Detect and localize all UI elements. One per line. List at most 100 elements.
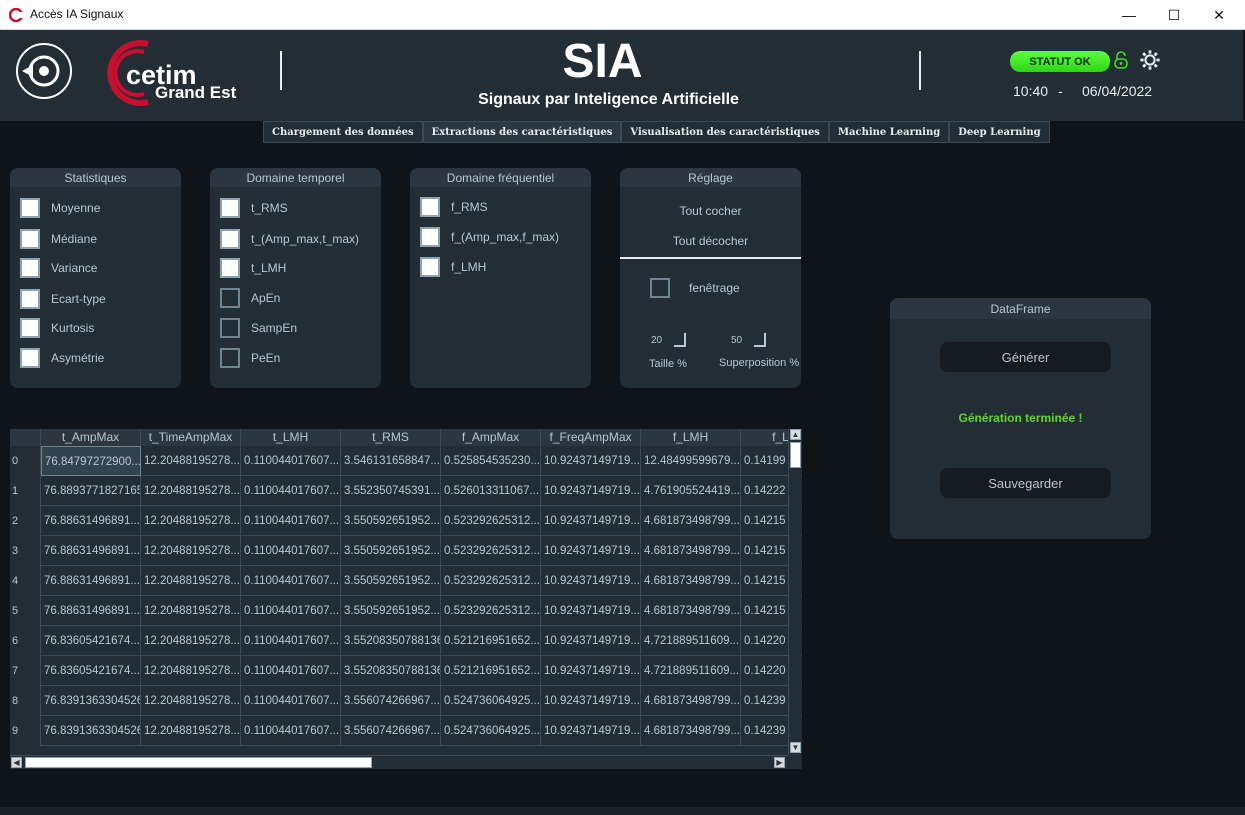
column-header[interactable]: f_LMH	[641, 429, 741, 446]
table-cell[interactable]: 76.88631496891...	[41, 536, 141, 566]
table-cell[interactable]: 10.92437149719...	[541, 686, 641, 716]
table-cell[interactable]: 76.8893771827165	[41, 476, 141, 506]
table-cell[interactable]: 0.110044017607...	[241, 626, 341, 656]
uncheck-all-button[interactable]: Tout décocher	[620, 234, 801, 248]
table-cell[interactable]: 12.20488195278...	[141, 716, 241, 746]
generate-button[interactable]: Générer	[940, 342, 1111, 372]
scroll-left-icon[interactable]: ◀	[11, 757, 22, 768]
temporal-t-lmh[interactable]: t_LMH	[220, 258, 286, 278]
table-cell[interactable]: 4.681873498799...	[641, 596, 741, 626]
checkbox[interactable]	[20, 229, 40, 249]
checkbox[interactable]	[420, 197, 440, 217]
table-row[interactable]: 6 76.83605421674... 12.20488195278... 0.110…	[10, 626, 802, 656]
table-row[interactable]: 5 76.88631496891... 12.20488195278... 0.110…	[10, 596, 802, 626]
table-cell[interactable]: 0.110044017607...	[241, 566, 341, 596]
table-cell[interactable]: 4.681873498799...	[641, 506, 741, 536]
table-cell[interactable]: 0.110044017607...	[241, 536, 341, 566]
stats-ecart-type[interactable]: Ecart-type	[20, 289, 106, 309]
table-cell[interactable]: 0.524736064925...	[441, 686, 541, 716]
size-spinbox[interactable]: 20	[651, 333, 687, 347]
table-cell[interactable]: 3.556074266967...	[341, 686, 441, 716]
table-cell[interactable]: 10.92437149719...	[541, 566, 641, 596]
table-cell[interactable]: 0.110044017607...	[241, 656, 341, 686]
temporal-t-amp-max[interactable]: t_(Amp_max,t_max)	[220, 229, 359, 249]
checkbox[interactable]	[220, 318, 240, 338]
checkbox[interactable]	[20, 198, 40, 218]
table-cell[interactable]: 12.20488195278...	[141, 596, 241, 626]
checkbox[interactable]	[20, 318, 40, 338]
column-header[interactable]: f_AmpMax	[441, 429, 541, 446]
table-cell[interactable]: 0.110044017607...	[241, 716, 341, 746]
table-row[interactable]: 0 76.84797272900... 12.20488195278... 0.110…	[10, 446, 802, 476]
table-cell[interactable]: 4.721889511609...	[641, 626, 741, 656]
temporal-apen[interactable]: ApEn	[220, 288, 280, 308]
stats-moyenne[interactable]: Moyenne	[20, 198, 100, 218]
table-cell[interactable]: 76.88631496891...	[41, 506, 141, 536]
checkbox[interactable]	[220, 198, 240, 218]
table-cell[interactable]: 12.48499599679...	[641, 446, 741, 476]
checkbox[interactable]	[20, 348, 40, 368]
stats-kurtosis[interactable]: Kurtosis	[20, 318, 94, 338]
table-cell[interactable]: 0.521216951652...	[441, 626, 541, 656]
spin-arrows-icon[interactable]	[674, 333, 687, 347]
table-cell[interactable]: 0.110044017607...	[241, 506, 341, 536]
close-button[interactable]: ✕	[1196, 0, 1242, 30]
table-cell[interactable]: 12.20488195278...	[141, 446, 241, 476]
table-cell[interactable]: 3.55208350788136	[341, 626, 441, 656]
gear-icon[interactable]	[1139, 49, 1161, 71]
spin-arrows-icon[interactable]	[754, 333, 767, 347]
table-cell[interactable]: 3.550592651952...	[341, 596, 441, 626]
table-cell[interactable]: 12.20488195278...	[141, 476, 241, 506]
table-cell[interactable]: 3.550592651952...	[341, 506, 441, 536]
stats-asymetrie[interactable]: Asymétrie	[20, 348, 104, 368]
tab-visualisation[interactable]: Visualisation des caractéristiques	[621, 121, 829, 143]
table-cell[interactable]: 12.20488195278...	[141, 626, 241, 656]
table-cell[interactable]: 10.92437149719...	[541, 716, 641, 746]
row-index[interactable]: 7	[10, 656, 41, 686]
table-cell[interactable]: 0.110044017607...	[241, 686, 341, 716]
table-cell[interactable]: 12.20488195278...	[141, 506, 241, 536]
temporal-sampen[interactable]: SampEn	[220, 318, 297, 338]
row-index[interactable]: 8	[10, 686, 41, 716]
stats-variance[interactable]: Variance	[20, 258, 97, 278]
checkbox[interactable]	[220, 288, 240, 308]
table-cell[interactable]: 4.721889511609...	[641, 656, 741, 686]
row-index[interactable]: 2	[10, 506, 41, 536]
table-cell[interactable]: 4.681873498799...	[641, 686, 741, 716]
table-cell[interactable]: 3.552350745391...	[341, 476, 441, 506]
stats-mediane[interactable]: Médiane	[20, 229, 97, 249]
tab-deep-learning[interactable]: Deep Learning	[949, 121, 1050, 143]
table-cell[interactable]: 10.92437149719...	[541, 596, 641, 626]
column-header[interactable]: t_TimeAmpMax	[141, 429, 241, 446]
overlap-spinbox[interactable]: 50	[731, 333, 767, 347]
table-cell[interactable]: 4.761905524419...	[641, 476, 741, 506]
temporal-peen[interactable]: PeEn	[220, 348, 280, 368]
checkbox[interactable]	[420, 257, 440, 277]
scroll-down-icon[interactable]: ▼	[790, 742, 801, 753]
scroll-up-icon[interactable]: ▲	[790, 429, 801, 440]
table-cell[interactable]: 10.92437149719...	[541, 476, 641, 506]
table-cell[interactable]: 0.110044017607...	[241, 476, 341, 506]
table-cell[interactable]: 0.523292625312...	[441, 566, 541, 596]
table-cell[interactable]: 76.83605421674...	[41, 656, 141, 686]
table-cell[interactable]: 0.110044017607...	[241, 596, 341, 626]
table-cell[interactable]: 0.521216951652...	[441, 656, 541, 686]
table-cell[interactable]: 3.550592651952...	[341, 536, 441, 566]
table-vertical-scrollbar[interactable]: ▲ ▼	[788, 429, 801, 755]
scroll-right-icon[interactable]: ▶	[774, 757, 785, 768]
table-row[interactable]: 9 76.8391363304526 12.20488195278... 0.1100…	[10, 716, 802, 746]
check-all-button[interactable]: Tout cocher	[620, 204, 801, 218]
checkbox[interactable]	[220, 348, 240, 368]
column-header[interactable]: t_LMH	[241, 429, 341, 446]
table-cell[interactable]: 76.88631496891...	[41, 596, 141, 626]
table-cell[interactable]: 76.83605421674...	[41, 626, 141, 656]
table-cell[interactable]: 3.550592651952...	[341, 566, 441, 596]
save-button[interactable]: Sauvegarder	[940, 468, 1111, 498]
table-cell[interactable]: 0.110044017607...	[241, 446, 341, 476]
frequency-f-rms[interactable]: f_RMS	[420, 197, 488, 217]
table-cell[interactable]: 0.526013311067...	[441, 476, 541, 506]
checkbox[interactable]	[220, 258, 240, 278]
column-header[interactable]: t_AmpMax	[41, 429, 141, 446]
features-table[interactable]: t_AmpMax t_TimeAmpMax t_LMH t_RMS f_AmpM…	[10, 429, 802, 769]
maximize-button[interactable]: ☐	[1151, 0, 1197, 30]
